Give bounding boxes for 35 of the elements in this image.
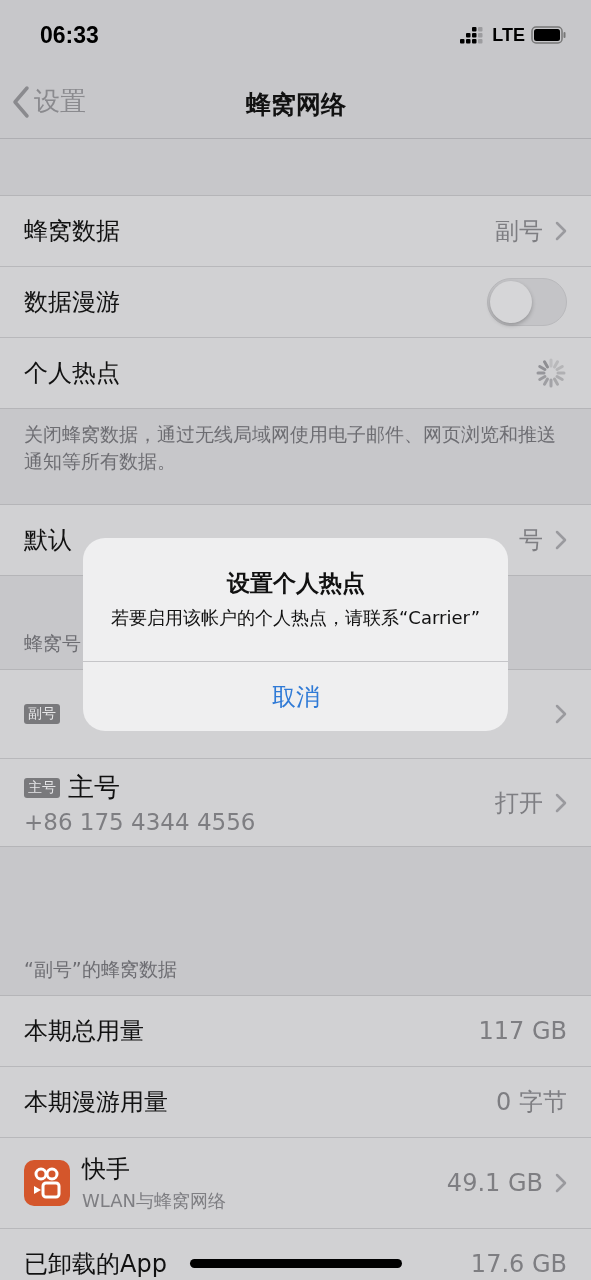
app-subtitle: WLAN与蜂窝网络: [82, 1189, 227, 1214]
alert-title: 设置个人热点: [226, 569, 365, 598]
row-value: 副号: [495, 216, 543, 247]
row-label: 已卸载的App: [24, 1249, 167, 1280]
sim-badge: 主号: [24, 777, 60, 798]
row-label: 个人热点: [24, 358, 120, 389]
network-label: LTE: [492, 24, 525, 46]
toggle-switch[interactable]: [487, 278, 567, 326]
back-chevron-icon: [12, 84, 30, 119]
sim-name: 主号: [68, 771, 120, 805]
row-value: 0 字节: [496, 1087, 567, 1119]
alert-message: 若要启用该帐户的个人热点，请联系“Carrier”: [110, 606, 481, 630]
nav-title: 蜂窝网络: [245, 88, 346, 121]
section-header: 蜂窝号: [23, 631, 82, 657]
app-name: 快手: [82, 1154, 130, 1186]
section-header: “副号”的蜂窝数据: [23, 957, 178, 983]
row-label: 本期漫游用量: [24, 1087, 168, 1119]
row-label: 本期总用量: [24, 1016, 144, 1048]
row-label: 蜂窝数据: [24, 216, 120, 247]
battery-icon: [531, 26, 567, 44]
phone-number: +86 175 4344 4556: [24, 809, 256, 836]
row-label: 默认: [24, 525, 72, 557]
row-value: 49.1 GB: [446, 1169, 543, 1198]
back-button[interactable]: 设置: [12, 84, 86, 119]
row-value: 17.6 GB: [470, 1250, 567, 1279]
row-value: 打开: [495, 787, 543, 819]
row-label: 数据漫游: [24, 287, 120, 318]
row-value: 号: [519, 525, 543, 557]
loading-spinner-icon: [535, 357, 567, 389]
app-icon: [24, 1160, 70, 1207]
section-footer: 关闭蜂窝数据，通过无线局域网使用电子邮件、网页浏览和推送通知等所有数据。: [0, 409, 591, 505]
sim-badge: 副号: [24, 704, 60, 725]
row-value: 117 GB: [478, 1017, 567, 1046]
cancel-button[interactable]: 取消: [83, 661, 508, 732]
status-time: 06:33: [40, 21, 99, 49]
